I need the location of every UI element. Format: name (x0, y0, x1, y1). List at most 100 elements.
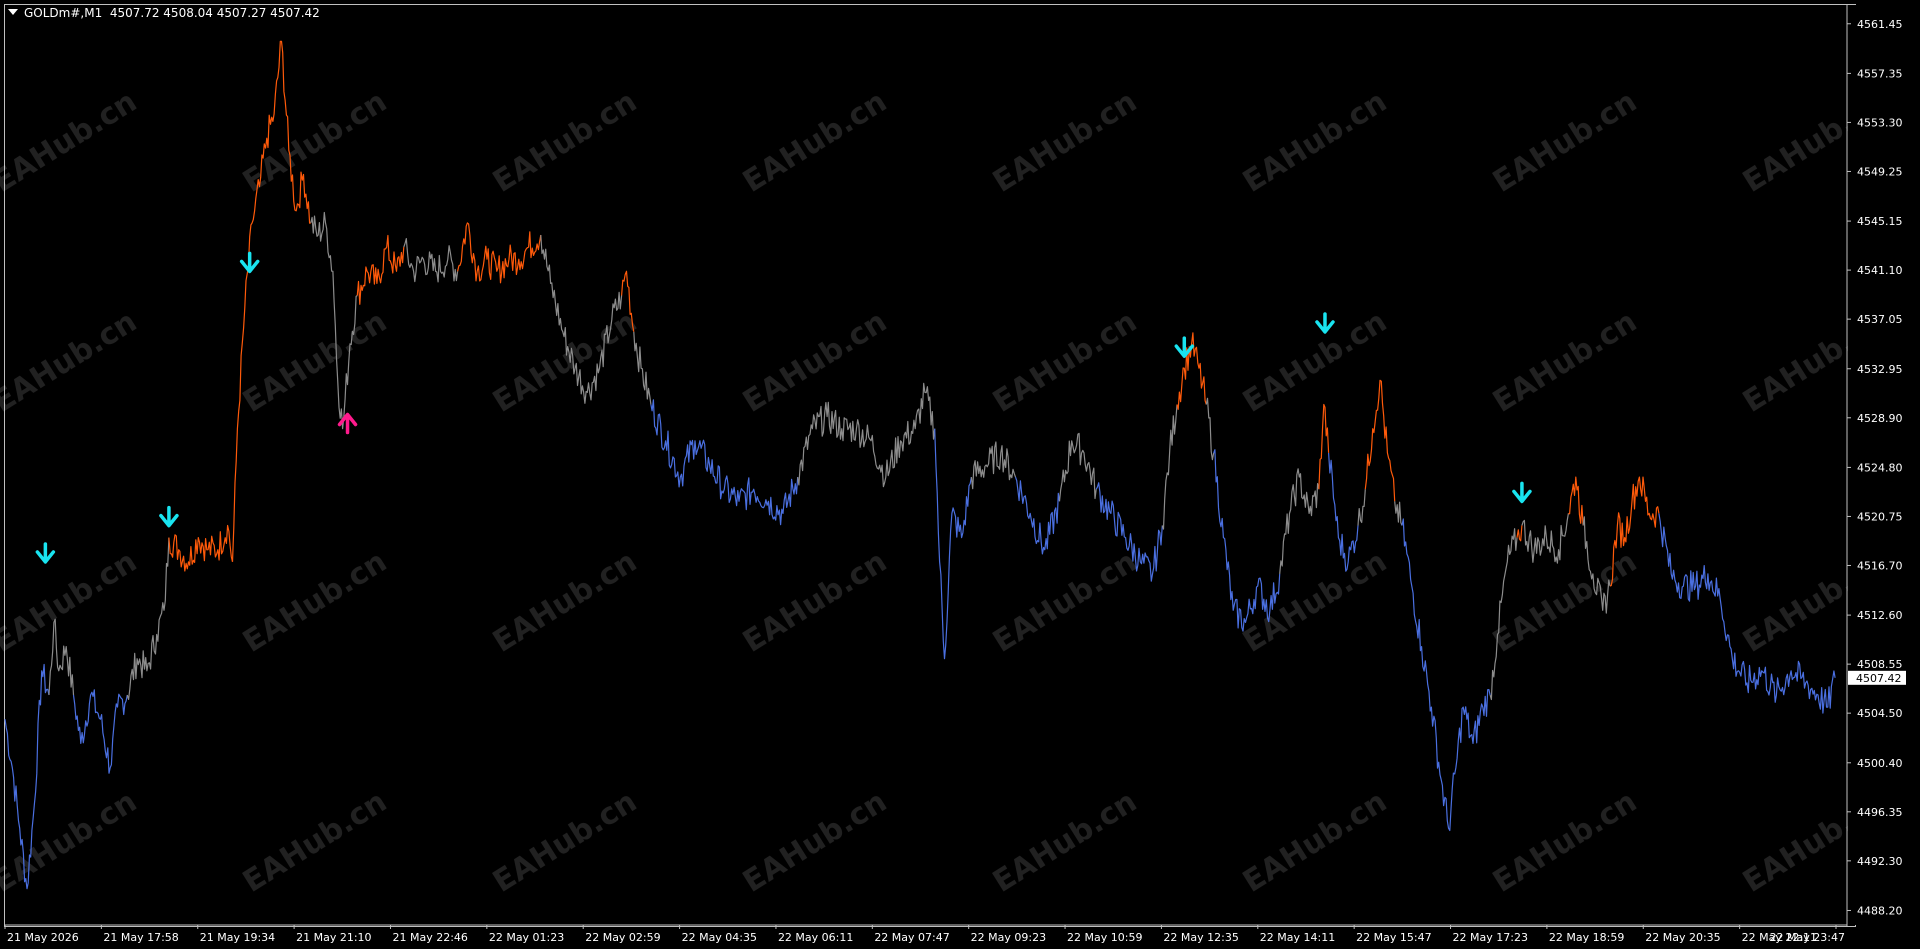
watermark-text: EAHub.cn (1487, 544, 1643, 660)
price-series-12 (633, 331, 652, 405)
price-series-5 (231, 40, 311, 562)
x-tick-label: 22 May 10:59 (1067, 931, 1142, 944)
price-series-13 (650, 399, 799, 526)
watermark-text: EAHub.cn (737, 784, 893, 900)
price-series-7 (356, 234, 405, 305)
price-series-30 (1401, 518, 1491, 832)
watermark-text: EAHub.cn (987, 784, 1143, 900)
x-tick-label: 22 May 17:23 (1453, 931, 1528, 944)
watermark-text: EAHub.cn (0, 544, 143, 660)
x-tick-label: 22 May 04:35 (682, 931, 757, 944)
x-tick-label: 21 May 17:58 (103, 931, 178, 944)
price-series-16 (970, 441, 1017, 490)
x-tick-label: 21 May 19:34 (200, 931, 275, 944)
price-series-18 (1058, 432, 1097, 502)
price-series-27 (1357, 489, 1366, 526)
watermark-text: EAHub.cn (237, 544, 393, 660)
watermark-text: EAHub.cn (737, 544, 893, 660)
y-tick-label: 4496.35 (1857, 806, 1903, 819)
watermark-text: EAHub.cn (237, 784, 393, 900)
y-tick-label: 4541.10 (1857, 264, 1903, 277)
x-tick-label: 22 May 09:23 (971, 931, 1046, 944)
price-series-23 (1213, 449, 1281, 632)
watermark-layer: EAHub.cn EAHub.cn EAHub.cn EAHub.cn EAHub.cn… (0, 84, 1893, 900)
watermark-text: EAHub.cn (487, 544, 643, 660)
price-series-22 (1205, 397, 1215, 461)
price-series-1 (48, 618, 75, 696)
x-tick-label: 22 May 07:47 (874, 931, 949, 944)
watermark-text: EAHub.cn (987, 544, 1143, 660)
y-tick-label: 4508.55 (1857, 658, 1903, 671)
x-tick-label: 21 May 22:46 (392, 931, 467, 944)
watermark-text: EAHub.cn (987, 304, 1143, 420)
y-tick-label: 4516.70 (1857, 559, 1903, 572)
price-series-32 (1516, 525, 1523, 542)
watermark-text: EAHub.cn (487, 304, 643, 420)
price-series-8 (403, 238, 459, 283)
y-tick-label: 4557.35 (1857, 67, 1903, 80)
price-series-33 (1521, 513, 1569, 564)
watermark-text: EAHub.cn (1487, 784, 1643, 900)
watermark-text: EAHub.cn (1487, 84, 1643, 200)
y-tick-label: 4492.30 (1857, 855, 1903, 868)
price-series-14 (797, 382, 936, 488)
sell-arrow-icon (1512, 481, 1532, 504)
watermark-text: EAHub.cn (487, 84, 643, 200)
price-series-2 (72, 689, 128, 774)
watermark-text: EAHub.cn (1237, 544, 1393, 660)
price-series-28 (1364, 379, 1396, 502)
y-tick-label: 4504.50 (1857, 707, 1903, 720)
price-series-20 (1161, 404, 1178, 530)
watermark-text: EAHub.cn (737, 84, 893, 200)
price-series-29 (1394, 501, 1403, 526)
x-tick-label: 22 May 06:11 (778, 931, 853, 944)
y-tick-label: 4512.60 (1857, 609, 1903, 622)
x-tick-label: 22 May 23:47 (1770, 931, 1845, 944)
x-tick-label: 22 May 01:23 (489, 931, 564, 944)
y-tick-label: 4488.20 (1857, 904, 1903, 917)
sell-arrow-icon (35, 542, 56, 564)
y-tick-label: 4553.30 (1857, 116, 1903, 129)
y-tick-label: 4545.15 (1857, 215, 1903, 228)
price-chart[interactable]: EAHub.cn EAHub.cn EAHub.cn EAHub.cn EAHub.cn… (0, 0, 1920, 949)
sell-arrow-icon (239, 251, 260, 274)
watermark-text: EAHub.cn (237, 304, 393, 420)
watermark-text: EAHub.cn (987, 84, 1143, 200)
x-axis: 21 May 2026 21 May 17:58 21 May 19:34 21 Ma… (4, 924, 1847, 944)
price-series-34 (1568, 476, 1584, 526)
sell-arrow-icon (1315, 312, 1335, 334)
x-tick-label: 22 May 14:11 (1260, 931, 1335, 944)
watermark-text: EAHub.cn (1237, 784, 1393, 900)
watermark-text: EAHub.cn (1237, 84, 1393, 200)
price-series-24 (1279, 468, 1320, 574)
y-tick-label: 4520.75 (1857, 510, 1903, 523)
price-series-26 (1328, 452, 1359, 572)
price-series-15 (934, 428, 972, 660)
price-series-25 (1318, 403, 1330, 490)
x-tick-label: 21 May 2026 (7, 931, 79, 944)
y-axis: 4561.45 4557.35 4553.30 4549.25 4545.15 4541.… (1846, 5, 1920, 927)
price-series-4 (168, 524, 234, 572)
x-tick-label: 22 May 15:47 (1356, 931, 1431, 944)
price-series-9 (457, 222, 542, 284)
price-series-21 (1176, 332, 1207, 410)
sell-arrow-icon (159, 505, 179, 528)
y-tick-label: 4537.05 (1857, 313, 1903, 326)
x-tick-label: 22 May 02:59 (585, 931, 660, 944)
watermark-text: EAHub.cn (737, 304, 893, 420)
y-tick-label: 4561.45 (1857, 18, 1903, 31)
x-tick-label: 22 May 18:59 (1549, 931, 1624, 944)
watermark-text: EAHub.cn (0, 304, 143, 420)
x-tick-label: 21 May 21:10 (296, 931, 371, 944)
price-series-17 (1014, 476, 1061, 555)
y-tick-label: 4532.95 (1857, 363, 1903, 376)
y-tick-label: 4524.80 (1857, 461, 1903, 474)
x-tick-label: 22 May 12:35 (1163, 931, 1238, 944)
watermark-text: EAHub.cn (0, 84, 143, 200)
watermark-text: EAHub.cn (1237, 304, 1393, 420)
watermark-text: EAHub.cn (1487, 304, 1643, 420)
current-price-label: 4507.42 (1856, 672, 1902, 685)
y-tick-label: 4500.40 (1857, 757, 1903, 770)
x-tick-label: 22 May 20:35 (1645, 931, 1720, 944)
y-tick-label: 4528.90 (1857, 412, 1903, 425)
